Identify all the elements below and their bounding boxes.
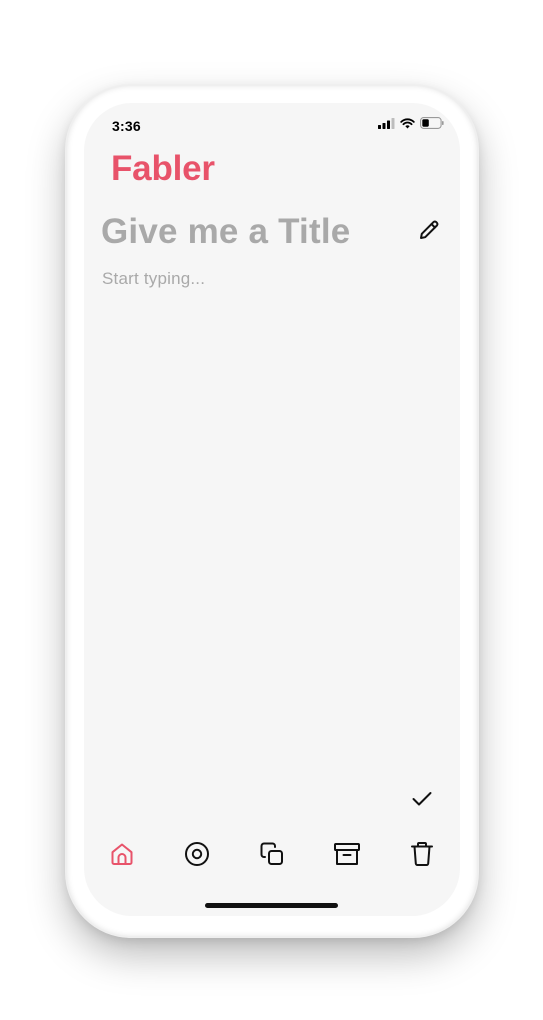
app-title: Fabler (111, 149, 215, 188)
note-body-input[interactable]: Start typing... (102, 269, 205, 289)
nav-item-copy[interactable] (254, 838, 290, 874)
status-icons (378, 116, 444, 134)
app-screen: 3:36 Fabler Give me a Title Start typing… (84, 103, 460, 916)
record-icon (184, 841, 210, 872)
edit-title-button[interactable] (414, 217, 444, 247)
nav-item-archive[interactable] (329, 838, 365, 874)
archive-icon (333, 841, 361, 872)
confirm-button[interactable] (408, 787, 436, 815)
stage: 3:36 Fabler Give me a Title Start typing… (0, 0, 543, 1020)
bottom-nav (84, 838, 460, 874)
home-indicator[interactable] (205, 903, 338, 908)
nav-item-record[interactable] (179, 838, 215, 874)
signal-icon (378, 116, 395, 134)
nav-item-home[interactable] (104, 838, 140, 874)
nav-item-trash[interactable] (404, 838, 440, 874)
note-title-input[interactable]: Give me a Title (101, 212, 350, 252)
pencil-icon (417, 218, 441, 247)
home-icon (109, 841, 135, 872)
status-time: 3:36 (112, 118, 141, 134)
checkmark-icon (411, 790, 433, 813)
copy-icon (259, 841, 285, 872)
battery-icon (420, 116, 444, 134)
wifi-icon (400, 116, 415, 134)
trash-icon (410, 841, 434, 872)
